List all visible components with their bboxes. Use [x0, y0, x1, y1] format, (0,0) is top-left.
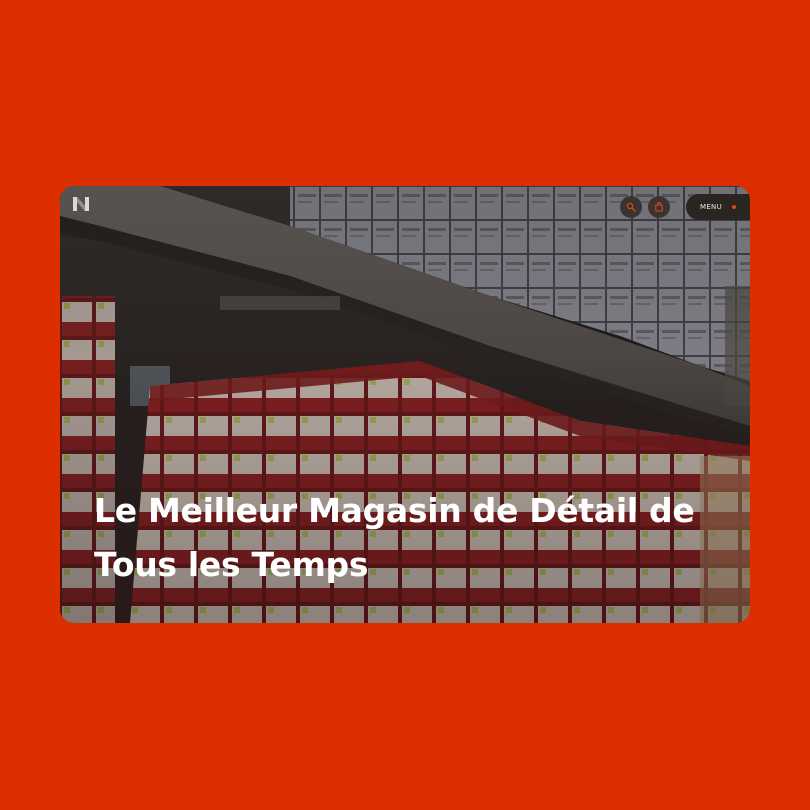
hero-headline: Le Meilleur Magasin de Détail de Tous le…	[94, 491, 695, 584]
search-button[interactable]	[620, 196, 642, 218]
menu-button[interactable]: MENU	[686, 194, 750, 220]
menu-indicator-dot	[732, 205, 737, 209]
cart-button[interactable]	[648, 196, 670, 218]
header-actions: MENU	[620, 194, 750, 220]
hero-card: MENU Le Meilleur Magasin de Détail de To…	[60, 186, 750, 623]
search-icon	[626, 202, 636, 212]
page-canvas: MENU Le Meilleur Magasin de Détail de To…	[0, 0, 810, 810]
menu-label: MENU	[699, 203, 723, 211]
shopping-bag-icon	[655, 202, 663, 212]
brand-logo-icon[interactable]	[72, 196, 90, 212]
